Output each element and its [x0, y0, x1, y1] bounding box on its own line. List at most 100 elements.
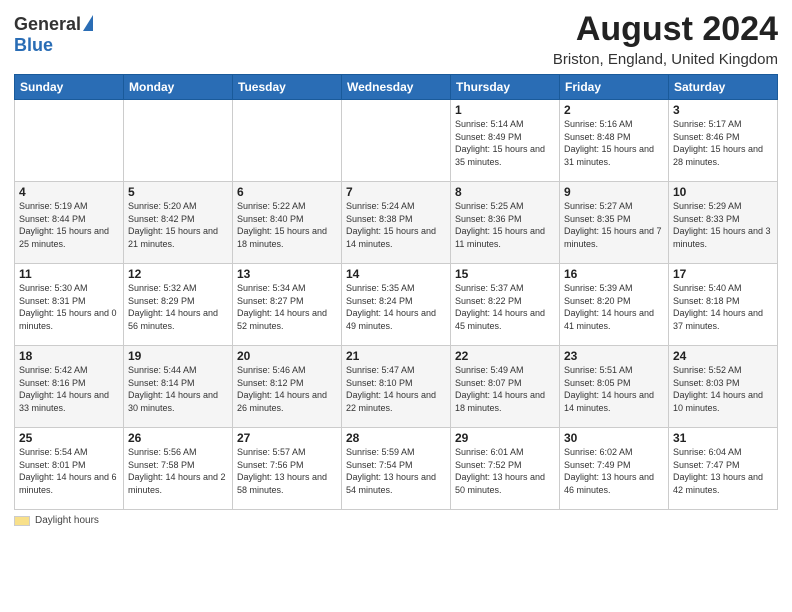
- cell-info-text: Sunrise: 5:30 AMSunset: 8:31 PMDaylight:…: [19, 282, 119, 332]
- weekday-header: Sunday: [15, 75, 124, 100]
- cell-info-text: Sunrise: 5:42 AMSunset: 8:16 PMDaylight:…: [19, 364, 119, 414]
- weekday-header: Thursday: [451, 75, 560, 100]
- day-number: 29: [455, 431, 555, 445]
- day-number: 28: [346, 431, 446, 445]
- day-number: 11: [19, 267, 119, 281]
- day-number: 26: [128, 431, 228, 445]
- cell-info-text: Sunrise: 5:14 AMSunset: 8:49 PMDaylight:…: [455, 118, 555, 168]
- header-section: General Blue August 2024 Briston, Englan…: [14, 10, 778, 68]
- day-number: 31: [673, 431, 773, 445]
- month-year-title: August 2024: [553, 10, 778, 49]
- cell-info-text: Sunrise: 5:57 AMSunset: 7:56 PMDaylight:…: [237, 446, 337, 496]
- cell-info-text: Sunrise: 5:49 AMSunset: 8:07 PMDaylight:…: [455, 364, 555, 414]
- cell-info-text: Sunrise: 5:27 AMSunset: 8:35 PMDaylight:…: [564, 200, 664, 250]
- calendar-cell: [342, 100, 451, 182]
- calendar-cell: 26Sunrise: 5:56 AMSunset: 7:58 PMDayligh…: [124, 428, 233, 510]
- day-number: 7: [346, 185, 446, 199]
- cell-info-text: Sunrise: 5:37 AMSunset: 8:22 PMDaylight:…: [455, 282, 555, 332]
- cell-info-text: Sunrise: 5:39 AMSunset: 8:20 PMDaylight:…: [564, 282, 664, 332]
- cell-info-text: Sunrise: 5:52 AMSunset: 8:03 PMDaylight:…: [673, 364, 773, 414]
- page: General Blue August 2024 Briston, Englan…: [0, 0, 792, 612]
- logo-general-text: General: [14, 14, 81, 35]
- calendar-cell: 10Sunrise: 5:29 AMSunset: 8:33 PMDayligh…: [669, 182, 778, 264]
- cell-info-text: Sunrise: 5:40 AMSunset: 8:18 PMDaylight:…: [673, 282, 773, 332]
- cell-info-text: Sunrise: 5:44 AMSunset: 8:14 PMDaylight:…: [128, 364, 228, 414]
- calendar-cell: [124, 100, 233, 182]
- cell-info-text: Sunrise: 5:51 AMSunset: 8:05 PMDaylight:…: [564, 364, 664, 414]
- calendar-cell: [15, 100, 124, 182]
- day-number: 13: [237, 267, 337, 281]
- weekday-header: Wednesday: [342, 75, 451, 100]
- daylight-swatch: [14, 516, 30, 526]
- calendar-cell: 18Sunrise: 5:42 AMSunset: 8:16 PMDayligh…: [15, 346, 124, 428]
- day-number: 4: [19, 185, 119, 199]
- day-number: 6: [237, 185, 337, 199]
- cell-info-text: Sunrise: 6:01 AMSunset: 7:52 PMDaylight:…: [455, 446, 555, 496]
- cell-info-text: Sunrise: 5:25 AMSunset: 8:36 PMDaylight:…: [455, 200, 555, 250]
- calendar-cell: 24Sunrise: 5:52 AMSunset: 8:03 PMDayligh…: [669, 346, 778, 428]
- day-number: 2: [564, 103, 664, 117]
- calendar-cell: 3Sunrise: 5:17 AMSunset: 8:46 PMDaylight…: [669, 100, 778, 182]
- logo-triangle-icon: [83, 15, 93, 31]
- weekday-header: Saturday: [669, 75, 778, 100]
- calendar-cell: 8Sunrise: 5:25 AMSunset: 8:36 PMDaylight…: [451, 182, 560, 264]
- calendar-cell: 17Sunrise: 5:40 AMSunset: 8:18 PMDayligh…: [669, 264, 778, 346]
- calendar-cell: 11Sunrise: 5:30 AMSunset: 8:31 PMDayligh…: [15, 264, 124, 346]
- calendar-week-row: 4Sunrise: 5:19 AMSunset: 8:44 PMDaylight…: [15, 182, 778, 264]
- day-number: 3: [673, 103, 773, 117]
- day-number: 18: [19, 349, 119, 363]
- day-number: 16: [564, 267, 664, 281]
- day-number: 19: [128, 349, 228, 363]
- calendar-week-row: 1Sunrise: 5:14 AMSunset: 8:49 PMDaylight…: [15, 100, 778, 182]
- logo-blue-text: Blue: [14, 35, 53, 56]
- cell-info-text: Sunrise: 5:32 AMSunset: 8:29 PMDaylight:…: [128, 282, 228, 332]
- day-number: 20: [237, 349, 337, 363]
- calendar-cell: 16Sunrise: 5:39 AMSunset: 8:20 PMDayligh…: [560, 264, 669, 346]
- calendar-cell: 25Sunrise: 5:54 AMSunset: 8:01 PMDayligh…: [15, 428, 124, 510]
- day-number: 12: [128, 267, 228, 281]
- calendar-cell: 29Sunrise: 6:01 AMSunset: 7:52 PMDayligh…: [451, 428, 560, 510]
- weekday-header: Monday: [124, 75, 233, 100]
- cell-info-text: Sunrise: 5:34 AMSunset: 8:27 PMDaylight:…: [237, 282, 337, 332]
- calendar-cell: 9Sunrise: 5:27 AMSunset: 8:35 PMDaylight…: [560, 182, 669, 264]
- day-number: 27: [237, 431, 337, 445]
- calendar-cell: [233, 100, 342, 182]
- day-number: 23: [564, 349, 664, 363]
- footer-label: Daylight hours: [35, 515, 99, 526]
- day-number: 30: [564, 431, 664, 445]
- calendar-week-row: 18Sunrise: 5:42 AMSunset: 8:16 PMDayligh…: [15, 346, 778, 428]
- cell-info-text: Sunrise: 5:16 AMSunset: 8:48 PMDaylight:…: [564, 118, 664, 168]
- day-number: 10: [673, 185, 773, 199]
- day-number: 21: [346, 349, 446, 363]
- calendar-cell: 22Sunrise: 5:49 AMSunset: 8:07 PMDayligh…: [451, 346, 560, 428]
- day-number: 1: [455, 103, 555, 117]
- day-number: 25: [19, 431, 119, 445]
- calendar-cell: 31Sunrise: 6:04 AMSunset: 7:47 PMDayligh…: [669, 428, 778, 510]
- calendar-cell: 21Sunrise: 5:47 AMSunset: 8:10 PMDayligh…: [342, 346, 451, 428]
- cell-info-text: Sunrise: 5:17 AMSunset: 8:46 PMDaylight:…: [673, 118, 773, 168]
- day-number: 17: [673, 267, 773, 281]
- calendar-week-row: 25Sunrise: 5:54 AMSunset: 8:01 PMDayligh…: [15, 428, 778, 510]
- calendar-cell: 7Sunrise: 5:24 AMSunset: 8:38 PMDaylight…: [342, 182, 451, 264]
- cell-info-text: Sunrise: 5:22 AMSunset: 8:40 PMDaylight:…: [237, 200, 337, 250]
- calendar-cell: 19Sunrise: 5:44 AMSunset: 8:14 PMDayligh…: [124, 346, 233, 428]
- day-number: 24: [673, 349, 773, 363]
- day-number: 14: [346, 267, 446, 281]
- calendar-cell: 12Sunrise: 5:32 AMSunset: 8:29 PMDayligh…: [124, 264, 233, 346]
- day-number: 22: [455, 349, 555, 363]
- calendar-week-row: 11Sunrise: 5:30 AMSunset: 8:31 PMDayligh…: [15, 264, 778, 346]
- day-number: 5: [128, 185, 228, 199]
- calendar-cell: 23Sunrise: 5:51 AMSunset: 8:05 PMDayligh…: [560, 346, 669, 428]
- calendar-cell: 30Sunrise: 6:02 AMSunset: 7:49 PMDayligh…: [560, 428, 669, 510]
- cell-info-text: Sunrise: 5:35 AMSunset: 8:24 PMDaylight:…: [346, 282, 446, 332]
- cell-info-text: Sunrise: 5:29 AMSunset: 8:33 PMDaylight:…: [673, 200, 773, 250]
- footer: Daylight hours: [14, 515, 778, 526]
- weekday-header: Tuesday: [233, 75, 342, 100]
- cell-info-text: Sunrise: 5:47 AMSunset: 8:10 PMDaylight:…: [346, 364, 446, 414]
- title-section: August 2024 Briston, England, United Kin…: [553, 10, 778, 68]
- cell-info-text: Sunrise: 5:59 AMSunset: 7:54 PMDaylight:…: [346, 446, 446, 496]
- calendar-cell: 4Sunrise: 5:19 AMSunset: 8:44 PMDaylight…: [15, 182, 124, 264]
- calendar-header-row: SundayMondayTuesdayWednesdayThursdayFrid…: [15, 75, 778, 100]
- calendar-cell: 5Sunrise: 5:20 AMSunset: 8:42 PMDaylight…: [124, 182, 233, 264]
- cell-info-text: Sunrise: 5:56 AMSunset: 7:58 PMDaylight:…: [128, 446, 228, 496]
